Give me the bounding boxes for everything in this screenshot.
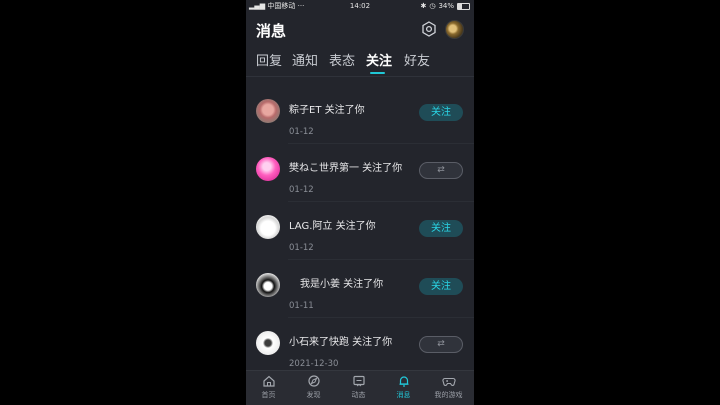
- alarm-icon: ◷: [429, 2, 436, 10]
- battery-icon: [457, 2, 470, 10]
- tab-friends[interactable]: 好友: [404, 50, 430, 69]
- follow-list: 粽子ET 关注了你 01-12 关注 樊ねこ世界第一 关注了你 01-12 ⇄ …: [246, 86, 474, 370]
- nav-label: 发现: [306, 391, 321, 399]
- nav-messages[interactable]: 消息: [381, 374, 426, 400]
- feed-icon: [352, 375, 365, 387]
- tab-divider: [246, 76, 474, 77]
- list-item[interactable]: 我是小姜 关注了你 01-11 关注: [246, 260, 474, 318]
- active-tab-indicator: [370, 72, 385, 74]
- header: 消息: [246, 12, 474, 46]
- tab-notice[interactable]: 通知: [292, 50, 318, 69]
- avatar[interactable]: [256, 273, 280, 297]
- bottom-nav: 首页 发现 动态 消息 我的游戏: [246, 370, 474, 405]
- list-item[interactable]: 小石来了快跑 关注了你 2021-12-30 ⇄: [246, 318, 474, 370]
- follower-name[interactable]: 樊ねこ世界第一 关注了你: [289, 159, 402, 174]
- nav-label: 首页: [261, 391, 276, 399]
- follower-name[interactable]: 我是小姜 关注了你: [300, 275, 383, 290]
- follower-name[interactable]: 小石来了快跑 关注了你: [289, 333, 392, 348]
- bluetooth-icon: ✱: [420, 2, 427, 10]
- gamepad-icon: [441, 377, 456, 386]
- avatar[interactable]: [256, 215, 280, 239]
- follow-date: 01-12: [289, 185, 314, 195]
- bell-icon: [399, 376, 408, 387]
- follow-date: 2021-12-30: [289, 359, 339, 369]
- follow-date: 01-12: [289, 243, 314, 253]
- tab-follow[interactable]: 关注: [366, 50, 392, 69]
- list-item[interactable]: 粽子ET 关注了你 01-12 关注: [246, 86, 474, 144]
- follow-back-button[interactable]: 关注: [419, 104, 463, 121]
- follow-back-button[interactable]: 关注: [419, 278, 463, 295]
- nav-label: 我的游戏: [434, 391, 463, 399]
- status-right: ✱ ◷ 34%: [420, 0, 470, 12]
- list-item[interactable]: 樊ねこ世界第一 关注了你 01-12 ⇄: [246, 144, 474, 202]
- list-item[interactable]: LAG.阿立 关注了你 01-12 关注: [246, 202, 474, 260]
- settings-icon[interactable]: [421, 21, 437, 37]
- nav-label: 消息: [396, 391, 411, 399]
- nav-home[interactable]: 首页: [246, 374, 291, 400]
- follow-date: 01-11: [289, 301, 314, 311]
- follow-date: 01-12: [289, 127, 314, 137]
- mutual-follow-button[interactable]: ⇄: [419, 162, 463, 179]
- status-bar: ▂▄▆ 中国移动 ··· 14:02 ✱ ◷ 34%: [246, 0, 474, 12]
- tab-bar: 回复 通知 表态 关注 好友: [246, 50, 474, 76]
- follower-name[interactable]: LAG.阿立 关注了你: [289, 217, 376, 232]
- nav-my-games[interactable]: 我的游戏: [426, 374, 471, 400]
- home-icon: [262, 375, 275, 387]
- app-screen: ▂▄▆ 中国移动 ··· 14:02 ✱ ◷ 34% 消息 回复 通知 表态 关…: [246, 0, 474, 405]
- nav-discover[interactable]: 发现: [291, 374, 336, 400]
- page-title: 消息: [256, 22, 287, 40]
- follower-name[interactable]: 粽子ET 关注了你: [289, 101, 365, 116]
- discover-icon: [307, 375, 320, 387]
- tab-reply[interactable]: 回复: [256, 50, 282, 69]
- battery-percent: 34%: [438, 2, 454, 10]
- mutual-follow-button[interactable]: ⇄: [419, 336, 463, 353]
- follow-back-button[interactable]: 关注: [419, 220, 463, 237]
- user-avatar[interactable]: [445, 20, 464, 39]
- avatar[interactable]: [256, 157, 280, 181]
- nav-feed[interactable]: 动态: [336, 374, 381, 400]
- tab-reaction[interactable]: 表态: [329, 50, 355, 69]
- nav-label: 动态: [351, 391, 366, 399]
- avatar[interactable]: [256, 331, 280, 355]
- avatar[interactable]: [256, 99, 280, 123]
